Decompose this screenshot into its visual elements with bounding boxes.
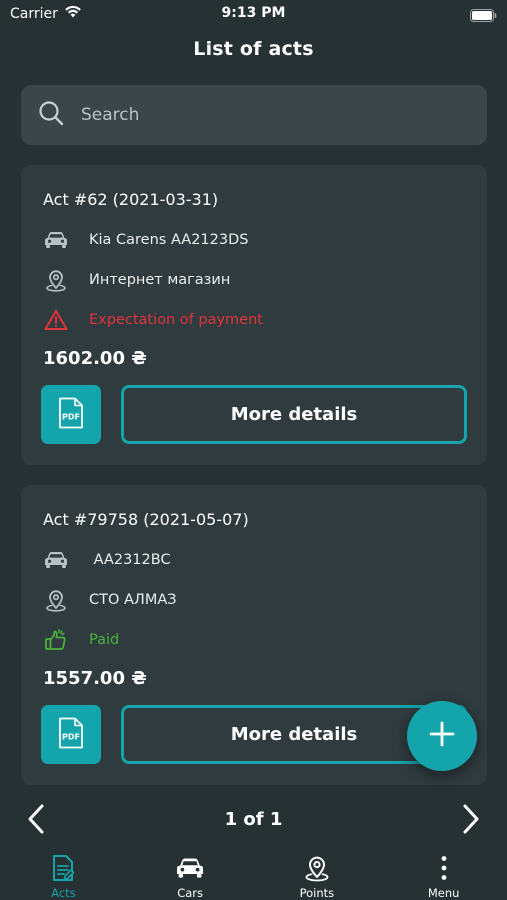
add-act-button[interactable] [407, 701, 477, 771]
tab-acts[interactable]: Acts [0, 850, 127, 900]
document-icon [51, 854, 75, 882]
act-point: СТО АЛМАЗ [89, 592, 177, 608]
page-title: List of acts [193, 38, 314, 60]
search-box[interactable] [21, 85, 487, 145]
location-pin-icon [43, 268, 69, 292]
plus-icon [429, 721, 455, 751]
pdf-button[interactable]: PDF [41, 385, 101, 444]
act-amount: 1557.00 ₴ [43, 668, 147, 689]
tab-label: Menu [427, 886, 460, 900]
tab-bar: Acts Cars Points Menu [0, 850, 507, 900]
more-details-button[interactable]: More details [121, 385, 467, 444]
act-title: Act #79758 (2021-05-07) [43, 510, 249, 529]
thumbs-up-icon [43, 628, 69, 652]
act-car-row: Kia Carens AA2123DS [43, 228, 248, 252]
car-icon [43, 228, 69, 252]
act-amount: 1602.00 ₴ [43, 348, 147, 369]
tab-label: Points [299, 886, 335, 900]
act-point: Интернет магазин [89, 272, 231, 288]
status-time: 9:13 PM [221, 5, 286, 21]
tab-menu[interactable]: Menu [380, 850, 507, 900]
act-point-row: Интернет магазин [43, 268, 230, 292]
location-pin-icon [304, 854, 330, 882]
search-input[interactable] [81, 105, 487, 125]
tab-label: Cars [177, 886, 204, 900]
search-icon [37, 99, 65, 131]
status-bar: Carrier 9:13 PM [0, 0, 507, 28]
warning-icon [43, 308, 69, 332]
car-icon [43, 548, 69, 572]
svg-text:PDF: PDF [62, 732, 80, 741]
act-status-row: Paid [43, 628, 119, 652]
next-page-button[interactable] [455, 804, 487, 838]
pdf-file-icon: PDF [57, 717, 85, 753]
battery-icon [470, 7, 497, 26]
act-status: Expectation of payment [89, 312, 263, 328]
chevron-right-icon [462, 804, 480, 838]
tab-cars[interactable]: Cars [127, 850, 254, 900]
car-icon [176, 854, 204, 882]
act-card: Act #62 (2021-03-31) Kia Carens AA2123DS… [21, 165, 487, 465]
act-status-row: Expectation of payment [43, 308, 263, 332]
act-car-row: AA2312BC [43, 548, 171, 572]
act-status: Paid [89, 632, 120, 648]
location-pin-icon [43, 588, 69, 612]
act-title: Act #62 (2021-03-31) [43, 190, 219, 209]
act-point-row: СТО АЛМАЗ [43, 588, 177, 612]
more-vertical-icon [440, 854, 448, 882]
pagination: 1 of 1 [0, 797, 507, 845]
pdf-file-icon: PDF [57, 397, 85, 433]
act-car: AA2312BC [89, 552, 171, 568]
tab-label: Acts [51, 886, 76, 900]
act-car: Kia Carens AA2123DS [89, 232, 249, 248]
svg-text:PDF: PDF [62, 412, 80, 421]
pdf-button[interactable]: PDF [41, 705, 101, 764]
tab-points[interactable]: Points [254, 850, 381, 900]
page-indicator: 1 of 1 [224, 809, 283, 830]
